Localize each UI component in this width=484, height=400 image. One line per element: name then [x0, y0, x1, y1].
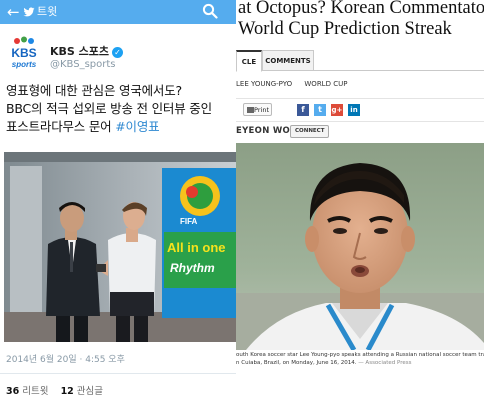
search-icon[interactable]	[202, 3, 218, 19]
banner-fifa-text: FIFA	[180, 217, 198, 226]
account-name-row[interactable]: KBS 스포츠 ✓	[50, 43, 124, 59]
retweet-count: 36	[6, 386, 20, 397]
hashtag-link[interactable]: #이영표	[115, 119, 159, 134]
article-photo[interactable]	[236, 143, 484, 350]
article-photo-illustration	[236, 143, 484, 350]
banner-all-in-one-text: All in one	[167, 240, 226, 255]
article-panel: at Octopus? Korean Commentato World Cup …	[236, 0, 484, 400]
account-handle[interactable]: @KBS_sports	[50, 59, 116, 70]
favorites-link[interactable]: 관심글	[77, 386, 103, 397]
divider	[0, 373, 236, 374]
account-name[interactable]: KBS 스포츠	[50, 45, 109, 58]
caption-line: outh Korea soccer star Lee Young-pyo spe…	[236, 352, 484, 358]
article-headline: at Octopus? Korean Commentato World Cup …	[238, 0, 484, 40]
photo-credit: — Associated Press	[358, 360, 412, 366]
caption-line: n Cuiaba, Brazil, on Monday, June 16, 20…	[236, 360, 357, 366]
article-tags: LEE YOUNG-PYO WORLD CUP	[236, 80, 357, 88]
tab-article[interactable]: CLE	[236, 50, 262, 72]
tweet-text: 영표형에 대한 관심은 영국에서도? BBC의 적극 섭외로 방송 전 인터뷰 …	[6, 82, 236, 136]
tweet-line: 영표형에 대한 관심은 영국에서도?	[6, 83, 182, 98]
google-plus-icon[interactable]: g+	[331, 104, 343, 116]
tweet-line-with-hashtag: 표스트라다무스 문어 #이영표	[6, 118, 236, 136]
article-tabs: CLE COMMENTS	[236, 50, 484, 72]
caption-line-with-credit: n Cuiaba, Brazil, on Monday, June 16, 20…	[236, 359, 484, 367]
tweet-photo[interactable]: FIFA All in one Rhythm	[4, 152, 236, 342]
tweet-line: 표스트라다무스 문어	[6, 119, 116, 134]
tweet-panel: ← 트윗 KBS sports KBS 스포츠 ✓ @KBS_sports 영표형…	[0, 0, 236, 400]
banner-rhythm-text: Rhythm	[170, 261, 215, 275]
twitter-header-bar: ← 트윗	[0, 0, 236, 24]
facebook-icon[interactable]: f	[297, 104, 309, 116]
share-bar: Print f t g+ in	[236, 98, 484, 122]
retweets-link[interactable]: 리트윗	[22, 386, 48, 397]
headline-line: at Octopus? Korean Commentato	[238, 0, 484, 18]
tab-comments[interactable]: COMMENTS	[262, 50, 314, 71]
linkedin-icon[interactable]: in	[348, 104, 360, 116]
tag-link[interactable]: LEE YOUNG-PYO	[236, 80, 292, 88]
logo-text: KBS	[11, 46, 36, 60]
tweet-stats: 36 리트윗 12 관심글	[6, 383, 103, 397]
photo-caption: outh Korea soccer star Lee Young-pyo spe…	[236, 351, 484, 367]
print-label: Print	[254, 106, 269, 114]
header-title: 트윗	[37, 5, 58, 18]
headline-line: World Cup Prediction Streak	[238, 19, 452, 39]
tweet-line: BBC의 적극 섭외로 방송 전 인터뷰 중인	[6, 101, 212, 116]
twitter-icon[interactable]: t	[314, 104, 326, 116]
tweet-photo-illustration: FIFA All in one Rhythm	[4, 152, 236, 342]
author-byline[interactable]: EYEON WOO	[236, 126, 298, 136]
back-arrow-icon[interactable]: ←	[7, 3, 20, 21]
print-button[interactable]: Print	[243, 103, 272, 116]
twitter-bird-icon	[23, 7, 35, 17]
favorite-count: 12	[60, 386, 74, 397]
connect-button[interactable]: CONNECT	[290, 125, 330, 138]
kbs-sports-avatar[interactable]: KBS sports	[8, 36, 40, 72]
verified-badge-icon: ✓	[112, 46, 124, 58]
tag-link[interactable]: WORLD CUP	[304, 80, 347, 88]
tweet-timestamp: 2014년 6월 20일 · 4:55 오후	[6, 355, 125, 365]
logo-subtext: sports	[12, 60, 37, 69]
printer-icon	[247, 107, 254, 113]
